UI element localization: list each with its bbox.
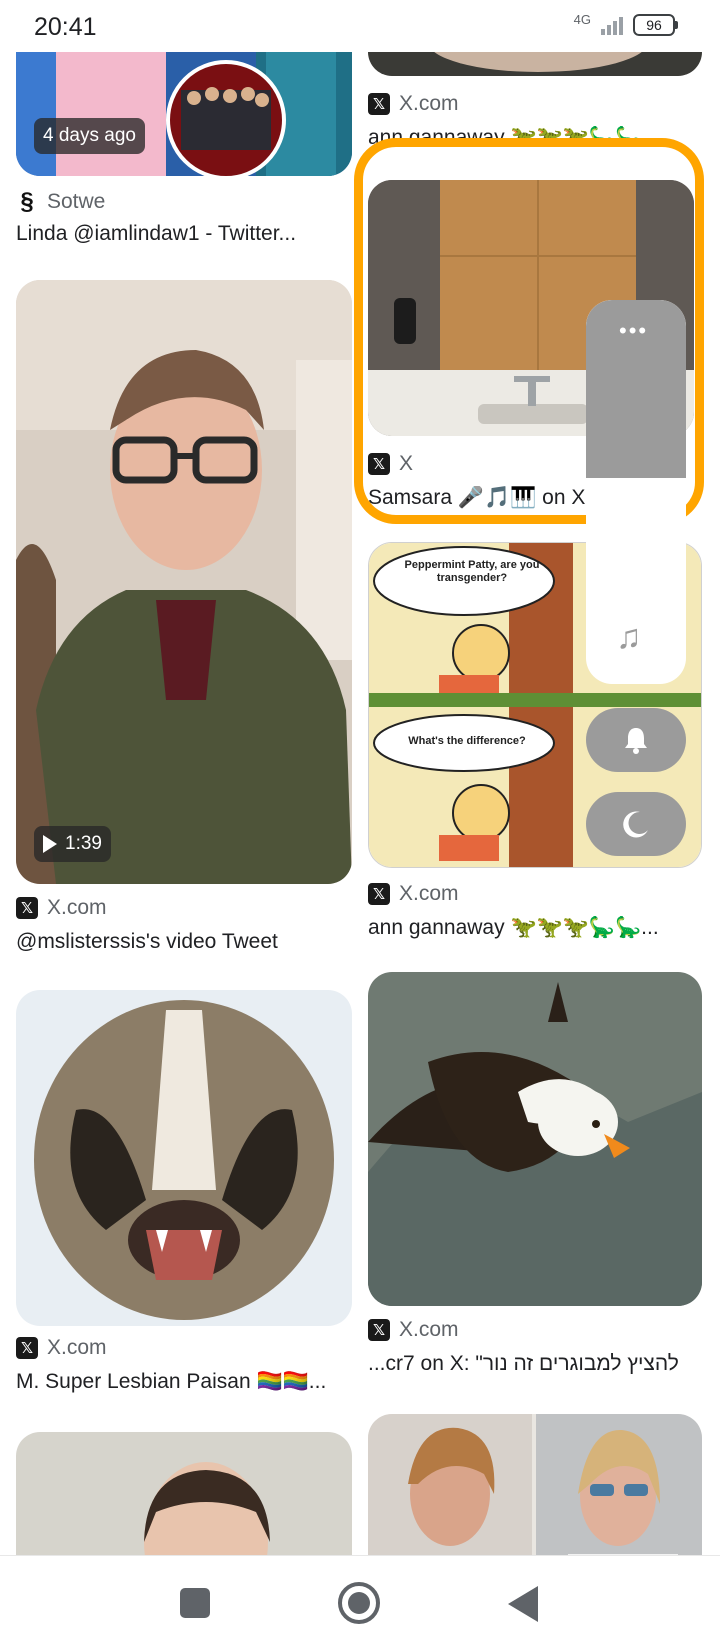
image-results-feed: 4 days ago § Sotwe Linda @iamlindaw1 - T… bbox=[0, 0, 720, 1555]
result-image[interactable]: 1:39 bbox=[16, 280, 352, 884]
result-source[interactable]: 𝕏 X.com bbox=[16, 896, 107, 920]
home-button[interactable] bbox=[338, 1582, 380, 1624]
battery-level: 96 bbox=[633, 14, 675, 36]
result-image[interactable] bbox=[368, 972, 702, 1306]
panel-handle[interactable]: ••• bbox=[586, 300, 686, 478]
result-image[interactable] bbox=[16, 1432, 352, 1555]
result-source[interactable]: 𝕏 X.com bbox=[16, 1336, 107, 1360]
music-note-icon[interactable]: ♫ bbox=[616, 618, 642, 657]
result-image[interactable] bbox=[16, 990, 352, 1326]
result-source[interactable]: 𝕏 X.com bbox=[368, 882, 459, 906]
result-source[interactable]: § Sotwe bbox=[16, 188, 105, 216]
bell-button[interactable] bbox=[586, 708, 686, 772]
photo-person-image bbox=[16, 280, 352, 884]
status-time: 20:41 bbox=[34, 13, 97, 41]
play-icon bbox=[43, 835, 57, 853]
source-label: Sotwe bbox=[47, 190, 106, 213]
time-ago-badge: 4 days ago bbox=[34, 118, 145, 154]
moon-button[interactable] bbox=[586, 792, 686, 856]
result-image[interactable] bbox=[368, 1414, 702, 1555]
x-logo-icon: 𝕏 bbox=[368, 883, 390, 905]
result-title[interactable]: @mslisterssis's video Tweet bbox=[16, 930, 346, 954]
status-bar: 20:41 4G 96 bbox=[0, 0, 720, 52]
system-nav-bar bbox=[0, 1555, 720, 1650]
result-title[interactable]: ...cr7 on X: "להציץ למבוגרים זה נור bbox=[368, 1352, 708, 1376]
x-logo-icon: 𝕏 bbox=[368, 93, 390, 115]
source-label: X.com bbox=[399, 882, 459, 905]
source-label: X.com bbox=[47, 896, 107, 919]
back-button[interactable] bbox=[508, 1586, 538, 1622]
photo-eagle-image bbox=[368, 972, 702, 1306]
result-title[interactable]: M. Super Lesbian Paisan 🏳️‍🌈🏳️‍🌈... bbox=[16, 1370, 346, 1394]
result-title[interactable]: Linda @iamlindaw1 - Twitter... bbox=[16, 222, 346, 246]
comic-panel-1-text: Peppermint Patty, are you transgender? bbox=[404, 559, 540, 584]
floating-side-panel[interactable]: ••• ♫ bbox=[586, 300, 686, 684]
badge-text: 4 days ago bbox=[43, 125, 136, 146]
network-type: 4G bbox=[573, 11, 591, 27]
result-source[interactable]: 𝕏 X.com bbox=[368, 1318, 459, 1342]
sotwe-logo-icon: § bbox=[20, 188, 34, 215]
result-title[interactable]: ann gannaway 🦖🦖🦖🦕🦕... bbox=[368, 126, 668, 144]
signal-icon bbox=[601, 15, 623, 35]
photo-two-portraits-image bbox=[368, 1414, 702, 1555]
battery-icon: 96 bbox=[633, 14, 678, 36]
badge-text: 1:39 bbox=[65, 833, 102, 854]
photo-badger-image bbox=[16, 990, 352, 1326]
x-logo-icon: 𝕏 bbox=[16, 1337, 38, 1359]
source-label: X bbox=[399, 452, 414, 475]
result-title[interactable]: ann gannaway 🦖🦖🦖🦕🦕... bbox=[368, 916, 698, 940]
x-logo-icon: 𝕏 bbox=[16, 897, 38, 919]
comic-panel-2-text: What's the difference? bbox=[408, 735, 526, 747]
moon-icon bbox=[623, 811, 648, 838]
video-duration-badge: 1:39 bbox=[34, 826, 111, 862]
result-source[interactable]: 𝕏 X bbox=[368, 452, 413, 476]
result-source[interactable]: 𝕏 X.com bbox=[368, 92, 459, 116]
photo-girl-image bbox=[16, 1432, 352, 1555]
recents-button[interactable] bbox=[180, 1588, 210, 1618]
source-label: X.com bbox=[47, 1336, 107, 1359]
more-horizontal-icon[interactable]: ••• bbox=[619, 318, 648, 344]
x-logo-icon: 𝕏 bbox=[368, 453, 390, 475]
result-title[interactable]: Samsara 🎤🎵🎹 on X bbox=[368, 486, 590, 510]
status-icons: 4G 96 bbox=[573, 11, 678, 36]
x-logo-icon: 𝕏 bbox=[368, 1319, 390, 1341]
bell-icon bbox=[625, 728, 647, 754]
source-label: X.com bbox=[399, 1318, 459, 1341]
source-label: X.com bbox=[399, 92, 459, 115]
